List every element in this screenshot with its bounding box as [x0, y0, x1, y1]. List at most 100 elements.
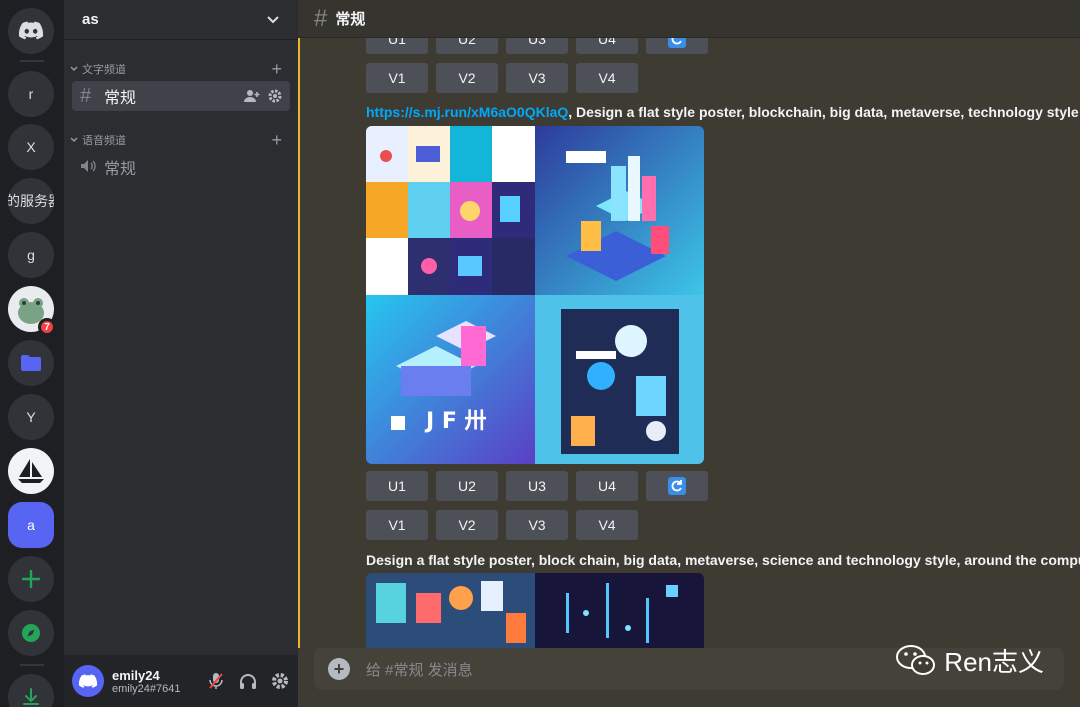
- image-grid-graphic: J F 卅: [366, 126, 704, 464]
- server-cn[interactable]: 的服务器: [8, 178, 54, 224]
- v1-button[interactable]: V1: [366, 510, 428, 540]
- server-avatar-frog[interactable]: 7: [8, 286, 56, 336]
- message-list: U1 U2 U3 U4 V1 V2 V3 V4 https://s.mj.run…: [298, 38, 1080, 648]
- generated-image-grid-2[interactable]: [366, 573, 704, 648]
- generated-image-grid[interactable]: J F 卅: [366, 126, 704, 464]
- discord-logo-icon: [78, 673, 98, 688]
- upscale-buttons-prev: U1 U2 U3 U4: [366, 38, 708, 54]
- server-y[interactable]: Y: [8, 394, 54, 440]
- server-a[interactable]: a: [8, 502, 54, 548]
- discord-logo-icon: [18, 21, 44, 40]
- user-tag: emily24#7641: [112, 682, 181, 695]
- server-r[interactable]: r: [8, 71, 54, 117]
- server-midjourney[interactable]: [8, 448, 54, 494]
- download-icon: [23, 688, 39, 705]
- attach-plus-icon[interactable]: +: [328, 658, 350, 680]
- guild-header[interactable]: as: [64, 0, 298, 40]
- v3-button[interactable]: V3: [506, 510, 568, 540]
- mic-muted-icon: [209, 673, 223, 689]
- category-label: 文字频道: [82, 64, 126, 76]
- u3-button[interactable]: U3: [506, 38, 568, 54]
- v4-button[interactable]: V4: [576, 63, 638, 93]
- chat-main: # 常规 U1 U2 U3 U4 V1 V2 V3 V4 https://s.m…: [298, 0, 1080, 707]
- u1-button[interactable]: U1: [366, 471, 428, 501]
- add-server-button[interactable]: [8, 556, 54, 602]
- svg-text:J F 卅: J F 卅: [424, 409, 487, 434]
- channel-name: 常规: [104, 161, 137, 178]
- u4-button[interactable]: U4: [576, 471, 638, 501]
- u3-button[interactable]: U3: [506, 471, 568, 501]
- avatar[interactable]: [72, 665, 104, 697]
- reroll-button[interactable]: [646, 38, 708, 54]
- user-panel: emily24 emily24#7641: [64, 655, 298, 707]
- refresh-icon: [668, 477, 686, 495]
- message-prompt-2: Design a flat style poster, block chain,…: [366, 552, 1080, 568]
- invite-icon[interactable]: [244, 89, 260, 103]
- channel-name: 常规: [104, 90, 137, 107]
- v3-button[interactable]: V3: [506, 63, 568, 93]
- variation-buttons-prev: V1 V2 V3 V4: [366, 63, 638, 93]
- deafen-button[interactable]: [238, 671, 258, 691]
- variation-buttons: V1 V2 V3 V4: [366, 510, 638, 540]
- hash-icon: #: [80, 84, 92, 107]
- server-g[interactable]: g: [8, 232, 54, 278]
- channel-title: 常规: [335, 11, 366, 28]
- folder-icon: [21, 355, 41, 371]
- message-prompt-1: https://s.mj.run/xM6aO0QKlaQ, Design a f…: [366, 104, 1079, 120]
- channel-text-general[interactable]: # 常规: [72, 81, 290, 111]
- download-button[interactable]: [8, 674, 54, 707]
- chevron-down-icon: [267, 15, 279, 23]
- u1-button[interactable]: U1: [366, 38, 428, 54]
- v2-button[interactable]: V2: [436, 63, 498, 93]
- add-channel-icon[interactable]: +: [271, 130, 282, 151]
- reroll-button[interactable]: [646, 471, 708, 501]
- channel-voice-general[interactable]: 常规: [72, 152, 290, 182]
- v1-button[interactable]: V1: [366, 63, 428, 93]
- user-settings-button[interactable]: [270, 671, 290, 691]
- username: emily24: [112, 667, 160, 683]
- prompt-text: Design a flat style poster, block chain,…: [366, 552, 1080, 568]
- folder-button[interactable]: [8, 340, 54, 386]
- v4-button[interactable]: V4: [576, 510, 638, 540]
- add-channel-icon[interactable]: +: [271, 59, 282, 80]
- server-label: g: [27, 247, 35, 263]
- server-x[interactable]: X: [8, 124, 54, 170]
- explore-button[interactable]: [8, 610, 54, 656]
- server-label: 的服务器: [8, 193, 54, 209]
- u2-button[interactable]: U2: [436, 38, 498, 54]
- notification-badge: 7: [38, 318, 56, 336]
- server-label: a: [27, 517, 35, 533]
- watermark-text: Ren志义: [944, 647, 1044, 677]
- hash-icon: #: [314, 4, 328, 32]
- rail-divider: [20, 664, 44, 666]
- category-voice[interactable]: 语音频道 +: [64, 130, 298, 151]
- speaker-icon: [80, 156, 104, 179]
- server-rail: r X 的服务器 g 7 Y a: [0, 0, 64, 707]
- u2-button[interactable]: U2: [436, 471, 498, 501]
- mute-button[interactable]: [206, 671, 226, 691]
- gear-icon: [272, 673, 288, 689]
- headphones-icon: [240, 674, 256, 689]
- guild-name: as: [82, 11, 99, 28]
- server-label: X: [26, 139, 36, 155]
- compass-icon: [22, 624, 40, 642]
- image-grid-graphic: [366, 573, 704, 648]
- rail-divider: [20, 60, 44, 62]
- category-label: 语音频道: [82, 135, 126, 147]
- channel-sidebar: as 文字频道 + # 常规 语音频道 + 常规: [64, 0, 298, 707]
- prompt-link[interactable]: https://s.mj.run/xM6aO0QKlaQ: [366, 104, 568, 120]
- discord-app: r X 的服务器 g 7 Y a as 文字: [0, 0, 1080, 707]
- server-label: Y: [26, 409, 36, 425]
- chevron-down-icon: [70, 137, 78, 143]
- message-input[interactable]: 给 #常规 发消息: [366, 659, 473, 680]
- v2-button[interactable]: V2: [436, 510, 498, 540]
- home-button[interactable]: [8, 8, 54, 54]
- server-label: r: [28, 86, 34, 102]
- category-text[interactable]: 文字频道 +: [64, 59, 298, 80]
- gear-icon[interactable]: [268, 89, 282, 103]
- channel-header: # 常规: [298, 0, 1080, 38]
- sailboat-icon: [18, 459, 44, 483]
- u4-button[interactable]: U4: [576, 38, 638, 54]
- upscale-buttons: U1 U2 U3 U4: [366, 471, 708, 501]
- plus-icon: [22, 570, 40, 588]
